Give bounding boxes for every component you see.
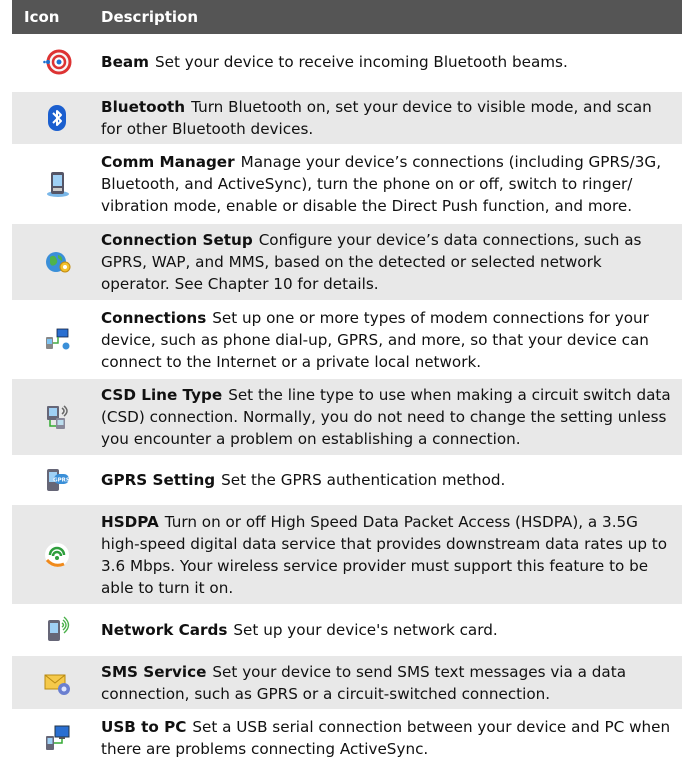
- row-name: Connections: [101, 308, 207, 327]
- table-row: HSDPA Turn on or off High Speed Data Pack…: [12, 505, 682, 606]
- table-row: Comm Manager Manage your device’s connect…: [12, 146, 682, 224]
- hsdpa-icon: [44, 542, 69, 567]
- table-header: Icon Description: [12, 0, 682, 34]
- header-description-column: Description: [101, 8, 199, 26]
- row-name: Comm Manager: [101, 153, 235, 171]
- row-name: HSDPA: [101, 512, 159, 531]
- network-cards-icon: [47, 616, 69, 641]
- row-name: USB to PC: [101, 718, 187, 736]
- row-name: SMS Service: [101, 662, 207, 681]
- row-description: Set up your device's network card.: [233, 621, 498, 639]
- table-row: Connection Setup Configure your device’s …: [12, 224, 682, 302]
- bluetooth-icon: [47, 105, 66, 131]
- svg-text:GPRS: GPRS: [53, 478, 70, 484]
- table-row: Bluetooth Turn Bluetooth on, set your dev…: [12, 92, 682, 146]
- table-row: GPRS GPRS Setting Set the GPRS authentica…: [12, 457, 682, 505]
- row-description: Turn on or off High Speed Data Packet Ac…: [101, 512, 668, 597]
- gprs-setting-icon: GPRS: [46, 469, 70, 491]
- row-description: Set your device to receive incoming Blue…: [154, 53, 568, 71]
- table-row: Network Cards Set up your device's networ…: [12, 606, 682, 656]
- settings-table: Icon Description Beam Set your device to …: [12, 0, 682, 767]
- connections-icon: [45, 328, 69, 349]
- row-name: Connection Setup: [101, 231, 253, 249]
- row-description: Set the GPRS authentication method.: [221, 471, 506, 489]
- row-name: Beam: [101, 53, 149, 71]
- row-name: Bluetooth: [101, 98, 186, 116]
- row-description: Set a USB serial connection between your…: [101, 718, 671, 758]
- comm-manager-icon: [46, 172, 69, 197]
- row-name: CSD Line Type: [101, 386, 223, 404]
- table-row: CSD Line Type Set the line type to use wh…: [12, 379, 682, 457]
- row-name: GPRS Setting: [101, 471, 216, 489]
- beam-icon: [42, 49, 71, 75]
- header-icon-column: Icon: [24, 8, 60, 26]
- row-name: Network Cards: [101, 621, 228, 639]
- csd-line-type-icon: [46, 405, 68, 429]
- usb-to-pc-icon: [45, 725, 69, 750]
- table-row: Beam Set your device to receive incoming …: [12, 34, 682, 92]
- table-row: USB to PC Set a USB serial connection bet…: [12, 711, 682, 767]
- table-row: SMS Service Set your device to send SMS t…: [12, 656, 682, 711]
- table-row: Connections Set up one or more types of m…: [12, 302, 682, 379]
- sms-service-icon: [44, 674, 70, 695]
- connection-setup-icon: [45, 252, 70, 273]
